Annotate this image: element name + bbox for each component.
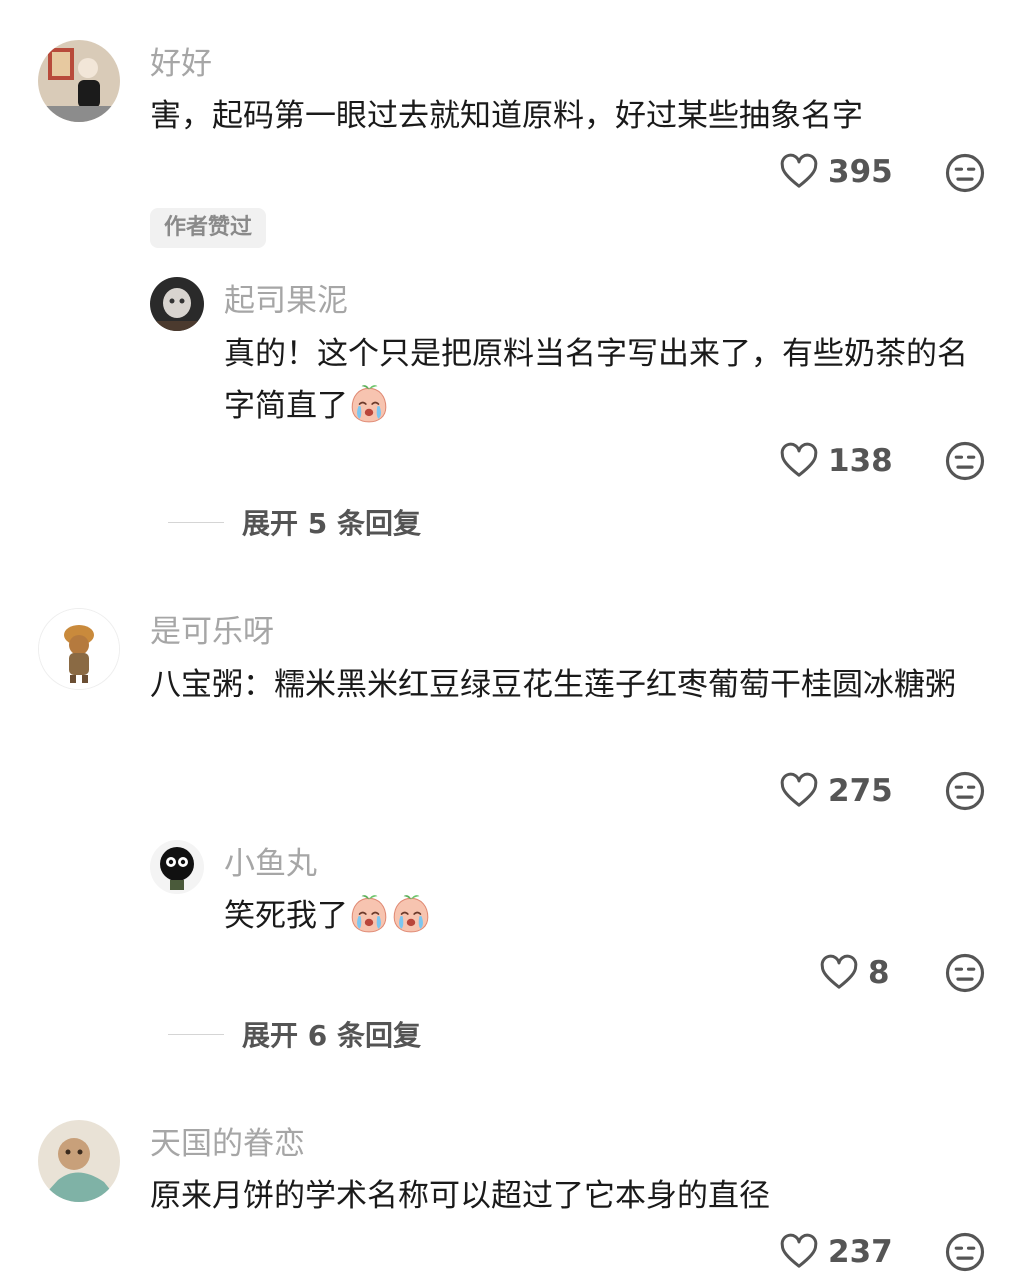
divider — [168, 521, 224, 523]
comment-text: 害，起码第一眼过去就知道原料，好过某些抽象名字 — [150, 98, 863, 134]
dislike-button[interactable] — [944, 152, 986, 194]
divider — [168, 1033, 224, 1035]
reply-text: 笑死我了 — [224, 898, 348, 934]
heart-outline-icon — [778, 152, 820, 192]
like-count: 275 — [828, 773, 893, 809]
avatar[interactable] — [38, 40, 120, 122]
avatar[interactable] — [150, 277, 204, 331]
meh-face-icon — [944, 770, 986, 812]
comment-username[interactable]: 是可乐呀 — [150, 612, 274, 652]
like-count: 138 — [828, 443, 893, 479]
heart-outline-icon — [778, 771, 820, 811]
comment-text: 原来月饼的学术名称可以超过了它本身的直径 — [150, 1178, 770, 1214]
like-button[interactable]: 237 — [778, 1232, 893, 1272]
expand-replies-label: 展开 6 条回复 — [242, 1019, 421, 1052]
dislike-button[interactable] — [944, 770, 986, 812]
author-liked-badge: 作者赞过 — [150, 208, 267, 248]
avatar[interactable] — [38, 1120, 120, 1202]
heart-outline-icon — [778, 441, 820, 481]
dislike-button[interactable] — [944, 1231, 986, 1273]
like-button[interactable]: 138 — [778, 441, 893, 481]
reply-text: 真的！这个只是把原料当名字写出来了，有些奶茶的名字简直了 — [224, 336, 968, 424]
meh-face-icon — [944, 952, 986, 994]
reply-username[interactable]: 小鱼丸 — [224, 844, 317, 884]
heart-outline-icon — [778, 1232, 820, 1272]
comment-text: 八宝粥：糯米黑米红豆绿豆花生莲子红枣葡萄干桂圆冰糖粥 — [150, 667, 956, 703]
avatar[interactable] — [38, 608, 120, 690]
crying-peach-emoji — [348, 382, 390, 424]
expand-replies-label: 展开 5 条回复 — [242, 507, 421, 540]
heart-outline-icon — [818, 953, 860, 993]
dislike-button[interactable] — [944, 440, 986, 482]
comment-username[interactable]: 天国的眷恋 — [150, 1124, 305, 1164]
crying-peach-emoji — [390, 892, 432, 934]
expand-replies-button[interactable]: 展开 5 条回复 — [168, 502, 421, 542]
comment-username[interactable]: 好好 — [150, 44, 212, 84]
like-button[interactable]: 275 — [778, 771, 893, 811]
meh-face-icon — [944, 1231, 986, 1273]
dislike-button[interactable] — [944, 952, 986, 994]
meh-face-icon — [944, 440, 986, 482]
avatar[interactable] — [150, 840, 204, 894]
reply-username[interactable]: 起司果泥 — [224, 281, 348, 321]
like-count: 395 — [828, 154, 893, 190]
like-button[interactable]: 8 — [818, 953, 890, 993]
like-count: 237 — [828, 1234, 893, 1270]
like-count: 8 — [868, 955, 890, 991]
reply-text-wrap: 真的！这个只是把原料当名字写出来了，有些奶茶的名字简直了 — [224, 328, 984, 432]
expand-replies-button[interactable]: 展开 6 条回复 — [168, 1014, 421, 1054]
meh-face-icon — [944, 152, 986, 194]
crying-peach-emoji — [348, 892, 390, 934]
like-button[interactable]: 395 — [778, 152, 893, 192]
reply-text-wrap: 笑死我了 — [224, 890, 984, 942]
